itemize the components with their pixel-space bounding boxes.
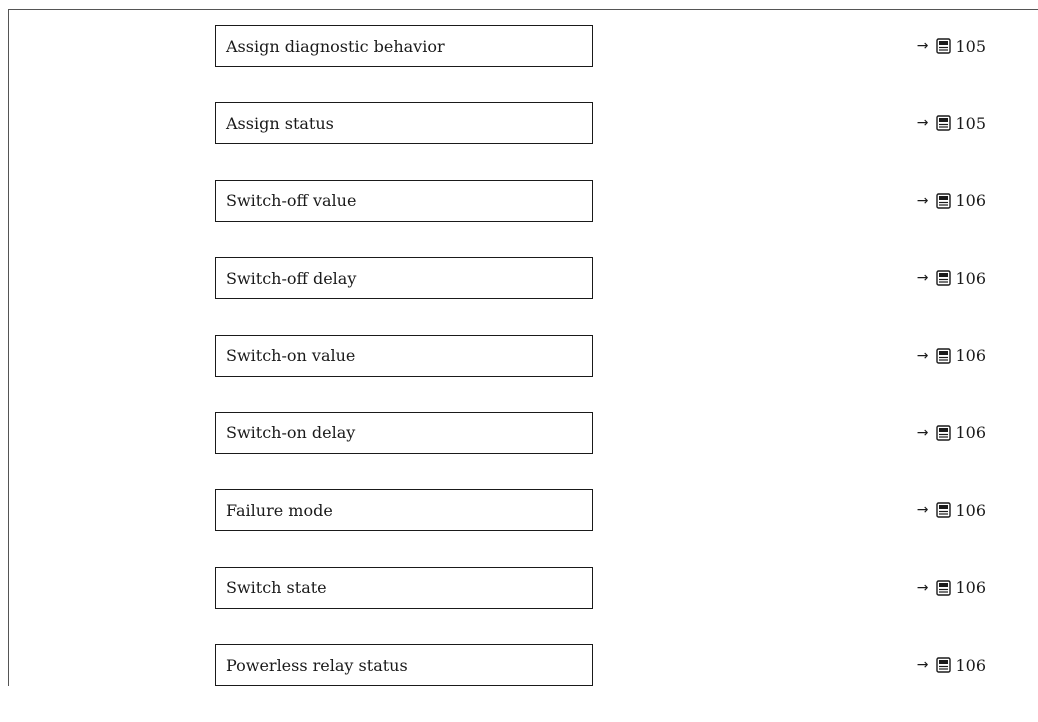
parameter-box: Switch-on value (215, 334, 593, 377)
parameter-row: Failure mode → 106 (0, 489, 1038, 533)
arrow-right-icon: → (916, 38, 929, 54)
page-reference[interactable]: → 105 (917, 102, 986, 144)
page-reference[interactable]: → 106 (917, 644, 986, 686)
arrow-right-icon: → (916, 424, 929, 441)
page-number: 105 (955, 113, 986, 133)
arrow-right-icon: → (916, 657, 929, 674)
page-number: 106 (955, 191, 986, 211)
arrow-right-icon: → (916, 347, 929, 364)
parameter-box: Switch-off delay (215, 257, 593, 300)
parameter-box: Assign diagnostic behavior (215, 25, 593, 67)
arrow-right-icon: → (916, 579, 929, 596)
book-page-icon (936, 38, 952, 54)
parameter-label: Switch-off value (226, 191, 357, 211)
book-page-icon (936, 502, 952, 519)
book-page-icon (936, 115, 952, 132)
arrow-right-icon: → (916, 502, 929, 519)
parameter-label: Assign diagnostic behavior (226, 36, 445, 56)
parameter-row: Switch-on delay → 106 (0, 411, 1038, 456)
arrow-right-icon: → (916, 192, 929, 209)
parameter-row: Powerless relay status → 106 (0, 644, 1038, 688)
arrow-right-icon: → (916, 270, 929, 287)
parameter-row: Switch-on value → 106 (0, 334, 1038, 379)
parameter-row: Assign status → 105 (0, 102, 1038, 146)
page-reference[interactable]: → 106 (917, 567, 986, 609)
parameter-box: Switch state (215, 566, 593, 609)
parameter-label: Switch-on value (226, 346, 356, 366)
page-number: 106 (955, 423, 986, 443)
page-number: 105 (955, 36, 986, 56)
book-page-icon (936, 347, 952, 364)
parameter-label: Assign status (226, 113, 334, 133)
parameter-label: Powerless relay status (226, 655, 408, 675)
parameter-box: Assign status (215, 102, 593, 145)
parameter-list: Assign diagnostic behavior → 105 Assign … (0, 25, 1038, 722)
page-reference[interactable]: → 106 (917, 335, 986, 377)
book-page-icon (936, 270, 952, 286)
page-number: 106 (955, 346, 986, 366)
page-number: 106 (955, 655, 986, 675)
book-page-icon (936, 657, 952, 673)
book-page-icon (936, 580, 952, 596)
page-reference[interactable]: → 106 (917, 412, 986, 454)
page-reference[interactable]: → 106 (917, 489, 986, 531)
frame-top-line (8, 9, 1038, 10)
page-reference[interactable]: → 106 (917, 257, 986, 299)
parameter-label: Switch-off delay (226, 268, 357, 288)
parameter-box: Failure mode (215, 489, 593, 532)
parameter-label: Switch state (226, 578, 327, 598)
page-number: 106 (955, 268, 986, 288)
book-page-icon (936, 193, 952, 209)
page-number: 106 (955, 500, 986, 520)
parameter-row: Switch state → 106 (0, 566, 1038, 611)
parameter-row: Switch-off value → 106 (0, 179, 1038, 224)
arrow-right-icon: → (916, 115, 929, 132)
parameter-box: Switch-on delay (215, 411, 593, 454)
page-reference[interactable]: → 105 (917, 25, 986, 67)
parameter-label: Failure mode (226, 500, 333, 520)
parameter-row: Assign diagnostic behavior → 105 (0, 25, 1038, 69)
parameter-row: Switch-off delay → 106 (0, 257, 1038, 301)
page-number: 106 (955, 578, 986, 598)
parameter-label: Switch-on delay (226, 423, 356, 443)
parameter-box: Switch-off value (215, 179, 593, 222)
page-reference[interactable]: → 106 (917, 180, 986, 222)
book-page-icon (936, 425, 952, 441)
parameter-box: Powerless relay status (215, 644, 593, 687)
